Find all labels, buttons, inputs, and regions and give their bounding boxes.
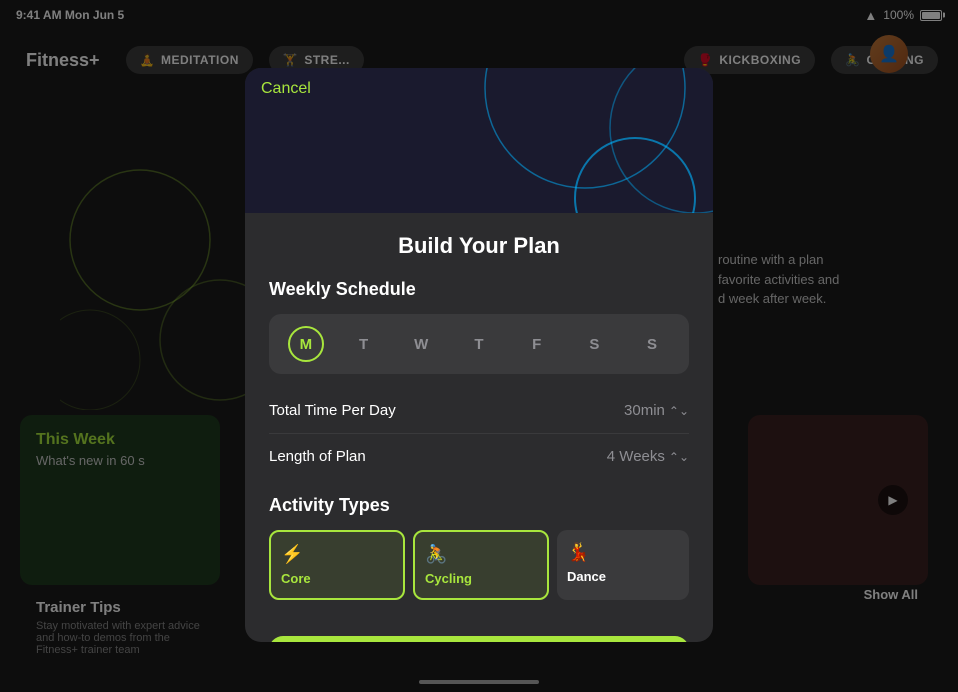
header-circles-decoration [245,68,713,213]
activity-grid: ⚡ Core 🚴 Cycling 💃 Dance [269,530,689,600]
core-icon: ⚡ [281,544,393,565]
dance-icon: 💃 [567,542,679,563]
weekly-schedule-label: Weekly Schedule [269,279,689,300]
build-plan-modal: Cancel Build Your Plan Weekly Schedule M [245,68,713,642]
plan-length-row[interactable]: Length of Plan 4 Weeks ⌃⌄ [269,434,689,479]
activity-core[interactable]: ⚡ Core [269,530,405,600]
plan-length-value: 4 Weeks ⌃⌄ [607,448,689,465]
day-sunday[interactable]: S [634,326,670,362]
total-time-label: Total Time Per Day [269,402,396,419]
day-friday[interactable]: F [519,326,555,362]
modal-body: Build Your Plan Weekly Schedule M T W T [245,213,713,620]
activity-cycling[interactable]: 🚴 Cycling [413,530,549,600]
weekly-schedule-section: Weekly Schedule M T W T F [269,279,689,479]
cycling-activity-icon: 🚴 [425,544,537,565]
plan-length-chevron: ⌃⌄ [669,450,689,464]
day-tuesday[interactable]: T [346,326,382,362]
days-selector: M T W T F S S [269,314,689,374]
total-time-row[interactable]: Total Time Per Day 30min ⌃⌄ [269,388,689,434]
modal-header: Cancel [245,68,713,213]
cancel-button[interactable]: Cancel [261,80,311,98]
activity-dance[interactable]: 💃 Dance [557,530,689,600]
plan-length-label: Length of Plan [269,448,366,465]
modal-title: Build Your Plan [269,233,689,259]
day-monday[interactable]: M [288,326,324,362]
day-thursday[interactable]: T [461,326,497,362]
day-wednesday[interactable]: W [403,326,439,362]
total-time-value: 30min ⌃⌄ [624,402,689,419]
activity-types-section: Activity Types ⚡ Core 🚴 Cycling 💃 Dance [269,495,689,600]
review-plan-button[interactable]: Review Plan [269,636,689,642]
home-indicator [419,680,539,684]
cycling-label: Cycling [425,571,537,586]
total-time-chevron: ⌃⌄ [669,404,689,418]
dance-label: Dance [567,569,679,584]
activity-types-label: Activity Types [269,495,689,516]
core-label: Core [281,571,393,586]
day-saturday[interactable]: S [576,326,612,362]
